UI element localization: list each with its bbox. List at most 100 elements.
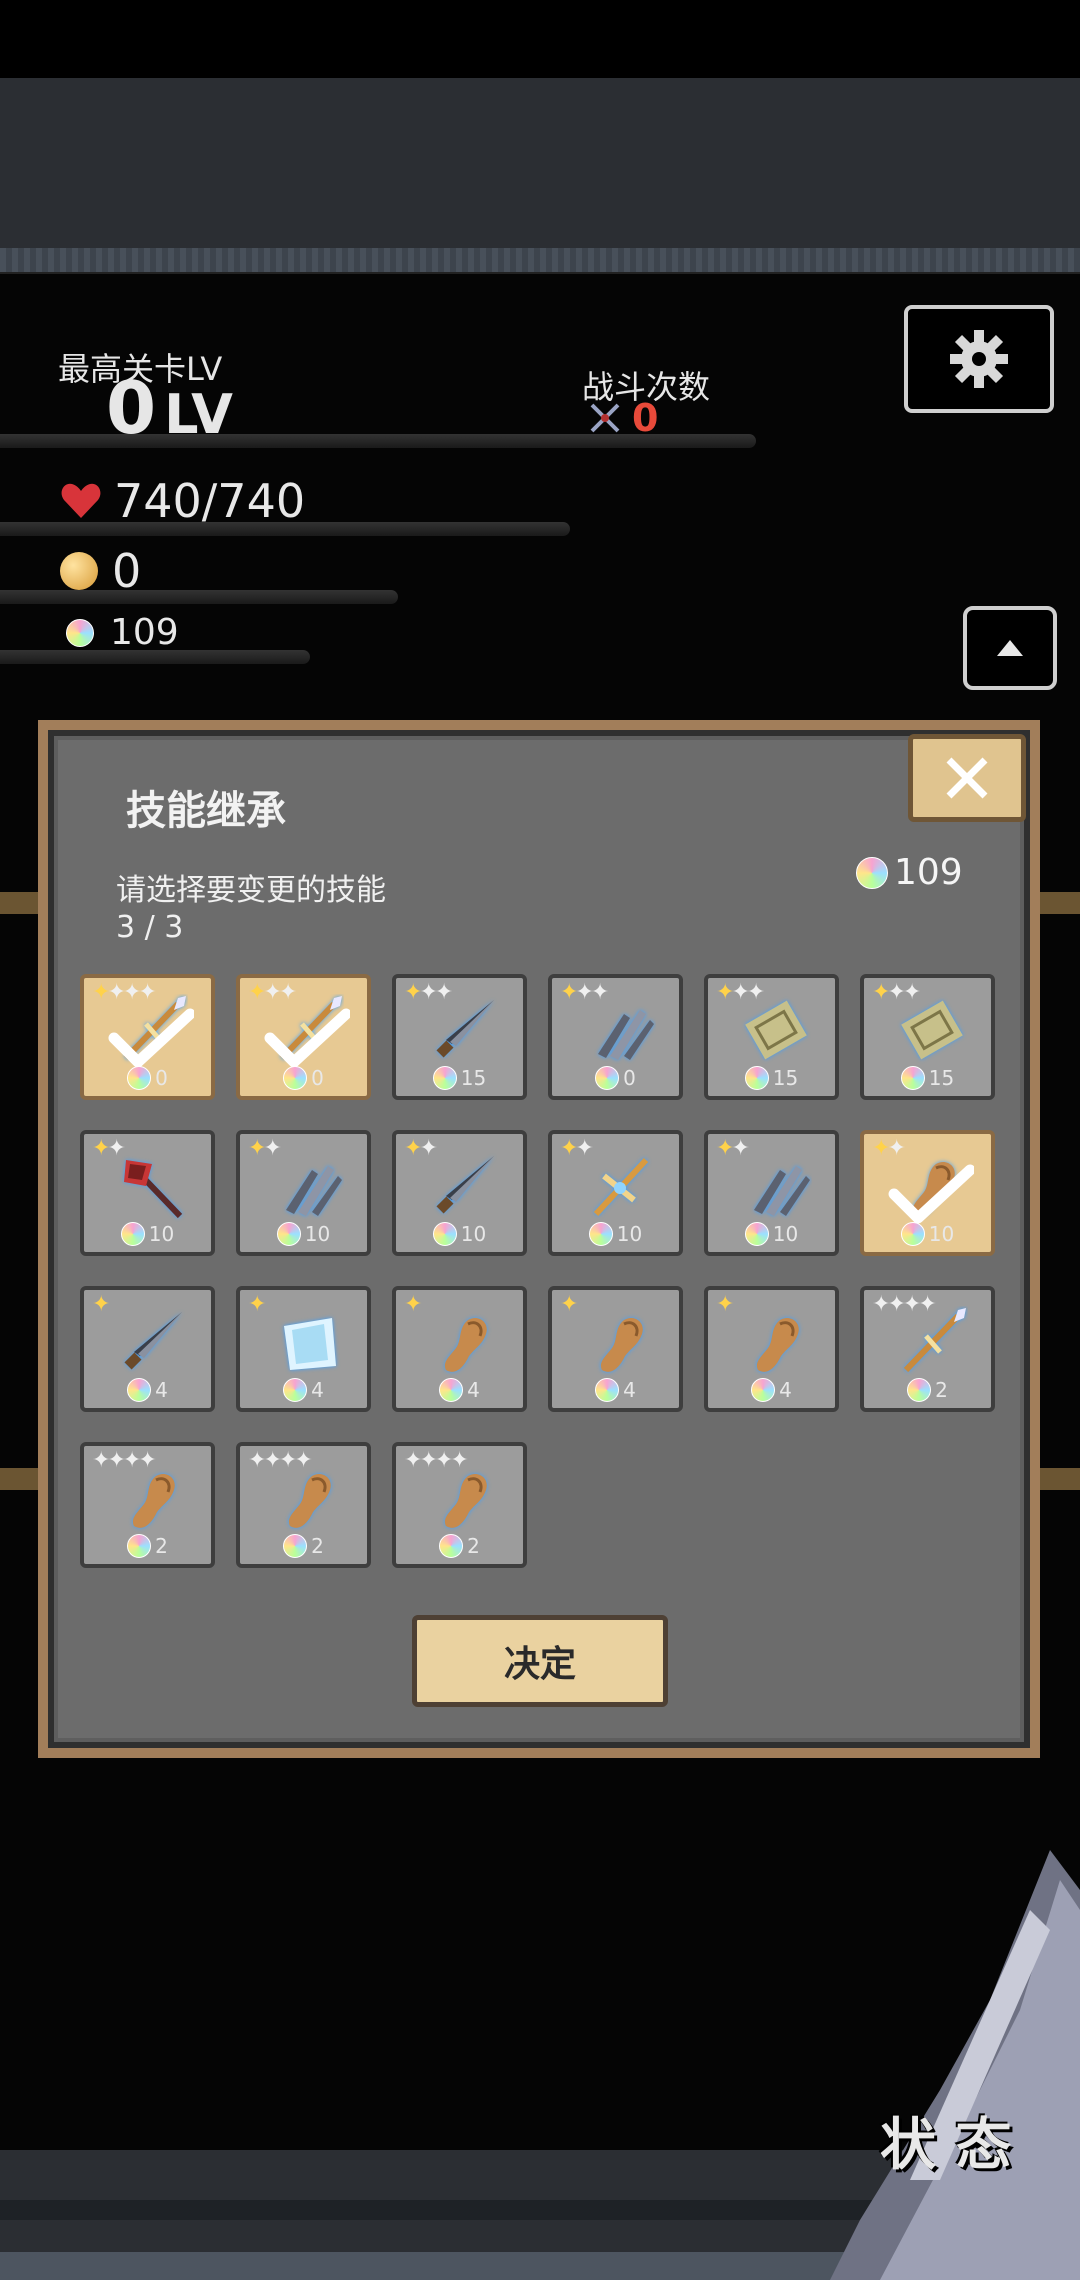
skill-card[interactable]: ✦✦ 10 [860, 1130, 995, 1256]
axe-icon [124, 1160, 183, 1219]
skill-card[interactable]: ✦✦✦ 15 [860, 974, 995, 1100]
skill-card[interactable]: ✦✦ 10 [236, 1130, 371, 1256]
battle-count: 0 [588, 396, 658, 440]
scroll-icon [745, 1000, 807, 1060]
skill-cost: 10 [708, 1222, 835, 1246]
skill-cost: 10 [84, 1222, 211, 1246]
skill-card[interactable]: ✦✦✦✦ 2 [392, 1442, 527, 1568]
right-trim [1038, 892, 1080, 914]
skill-card[interactable]: ✦✦ 10 [80, 1130, 215, 1256]
skill-cost-value: 4 [311, 1378, 324, 1402]
header-band [0, 78, 1080, 248]
skill-card[interactable]: ✦✦✦ 15 [392, 974, 527, 1100]
skill-cost: 0 [552, 1066, 679, 1090]
skill-card[interactable]: ✦✦✦ 0 [236, 974, 371, 1100]
skill-card[interactable]: ✦✦ 10 [704, 1130, 839, 1256]
skill-cost: 0 [84, 1066, 211, 1090]
skill-cost: 4 [552, 1378, 679, 1402]
gear-icon [950, 330, 1008, 388]
skill-cost-value: 10 [928, 1222, 955, 1246]
left-trim [0, 1468, 42, 1490]
dagger-icon [124, 1312, 182, 1370]
crossed-swords-icon [590, 403, 620, 433]
club-icon [132, 1473, 175, 1528]
skill-cost-value: 15 [928, 1066, 955, 1090]
skill-cost-value: 10 [148, 1222, 175, 1246]
skill-cost-value: 4 [779, 1378, 792, 1402]
gem-balance: 109 [856, 852, 963, 893]
skill-cost-value: 10 [772, 1222, 799, 1246]
confirm-button[interactable]: 决定 [412, 1615, 668, 1707]
collapse-button[interactable] [963, 606, 1057, 690]
skill-card[interactable]: ✦✦✦✦ 2 [236, 1442, 371, 1568]
checkmark-icon [264, 1008, 350, 1068]
gem-stat: 109 [66, 612, 179, 653]
rainbow-gem-icon [432, 1222, 457, 1246]
skill-card[interactable]: ✦ 4 [80, 1286, 215, 1412]
star-rating: ✦ [404, 1292, 423, 1317]
gold-coin-icon [60, 552, 98, 590]
claw-icon [598, 1010, 654, 1060]
left-trim [0, 892, 42, 914]
skill-card[interactable]: ✦✦✦✦ 2 [80, 1442, 215, 1568]
skill-card[interactable]: ✦✦✦ 0 [548, 974, 683, 1100]
skill-cost: 0 [240, 1066, 367, 1090]
skill-card[interactable]: ✦✦✦✦ 2 [860, 1286, 995, 1412]
skill-cost: 4 [240, 1378, 367, 1402]
scroll-icon [901, 1000, 963, 1060]
skill-card[interactable]: ✦ 4 [236, 1286, 371, 1412]
hp-stat: 740/740 [60, 474, 305, 528]
settings-button[interactable] [904, 305, 1054, 413]
dialog-subtitle: 请选择要变更的技能 [116, 873, 386, 908]
rainbow-gem-icon [900, 1222, 925, 1246]
skill-card[interactable]: ✦✦ 10 [548, 1130, 683, 1256]
rainbow-gem-icon [744, 1066, 769, 1090]
skill-card[interactable]: ✦ 4 [548, 1286, 683, 1412]
skill-cost: 10 [864, 1222, 991, 1246]
star-rating: ✦ [560, 1292, 579, 1317]
skill-cost: 10 [552, 1222, 679, 1246]
skill-cost: 2 [84, 1534, 211, 1558]
skill-cost-value: 2 [467, 1534, 480, 1558]
skill-card[interactable]: ✦✦✦ 15 [704, 974, 839, 1100]
dagger-icon [436, 1156, 494, 1214]
claw-icon [286, 1166, 342, 1216]
skill-card[interactable]: ✦ 4 [704, 1286, 839, 1412]
dagger-icon [436, 1000, 494, 1058]
gem-value: 109 [110, 612, 179, 653]
close-button[interactable] [908, 734, 1026, 822]
rainbow-gem-icon [439, 1534, 464, 1558]
skill-cost: 15 [864, 1066, 991, 1090]
hp-underline [0, 522, 570, 536]
skill-cost: 4 [396, 1378, 523, 1402]
skill-cost: 2 [240, 1534, 367, 1558]
skill-cost: 15 [708, 1066, 835, 1090]
skill-card[interactable]: ✦ 4 [392, 1286, 527, 1412]
status-tab[interactable]: 状 态 [880, 2100, 1012, 2181]
star-rating: ✦ [716, 1292, 735, 1317]
rainbow-gem-icon [588, 1222, 613, 1246]
rainbow-gem-icon [856, 856, 888, 889]
skill-cost: 2 [864, 1378, 991, 1402]
rainbow-gem-icon [127, 1378, 152, 1402]
rainbow-gem-icon [907, 1378, 932, 1402]
star-rating: ✦ [248, 1292, 267, 1317]
skill-cost-value: 4 [623, 1378, 636, 1402]
skill-card[interactable]: ✦✦✦✦ 0 [80, 974, 215, 1100]
skill-cost: 10 [240, 1222, 367, 1246]
status-bar [0, 0, 1080, 78]
rainbow-gem-icon [751, 1378, 776, 1402]
skill-cost-value: 2 [935, 1378, 948, 1402]
club-icon [288, 1473, 331, 1528]
rainbow-gem-icon [127, 1534, 152, 1558]
rainbow-gem-icon [276, 1222, 301, 1246]
right-trim [1038, 1468, 1080, 1490]
skill-card[interactable]: ✦✦ 10 [392, 1130, 527, 1256]
heart-icon [61, 483, 101, 518]
gold-underline [0, 590, 398, 604]
skill-grid: ✦✦✦✦ 0 ✦✦✦ 0 ✦✦✦ 15 ✦✦✦ 0 ✦✦✦ 15 ✦✦✦ 15 ✦✦ 10 ✦✦ 10 ✦✦ 10… [80, 974, 1000, 1568]
rainbow-gem-icon [439, 1378, 464, 1402]
rainbow-gem-icon [432, 1066, 457, 1090]
sword-blade-icon [830, 1850, 1080, 2280]
skill-cost-value: 0 [311, 1066, 324, 1090]
